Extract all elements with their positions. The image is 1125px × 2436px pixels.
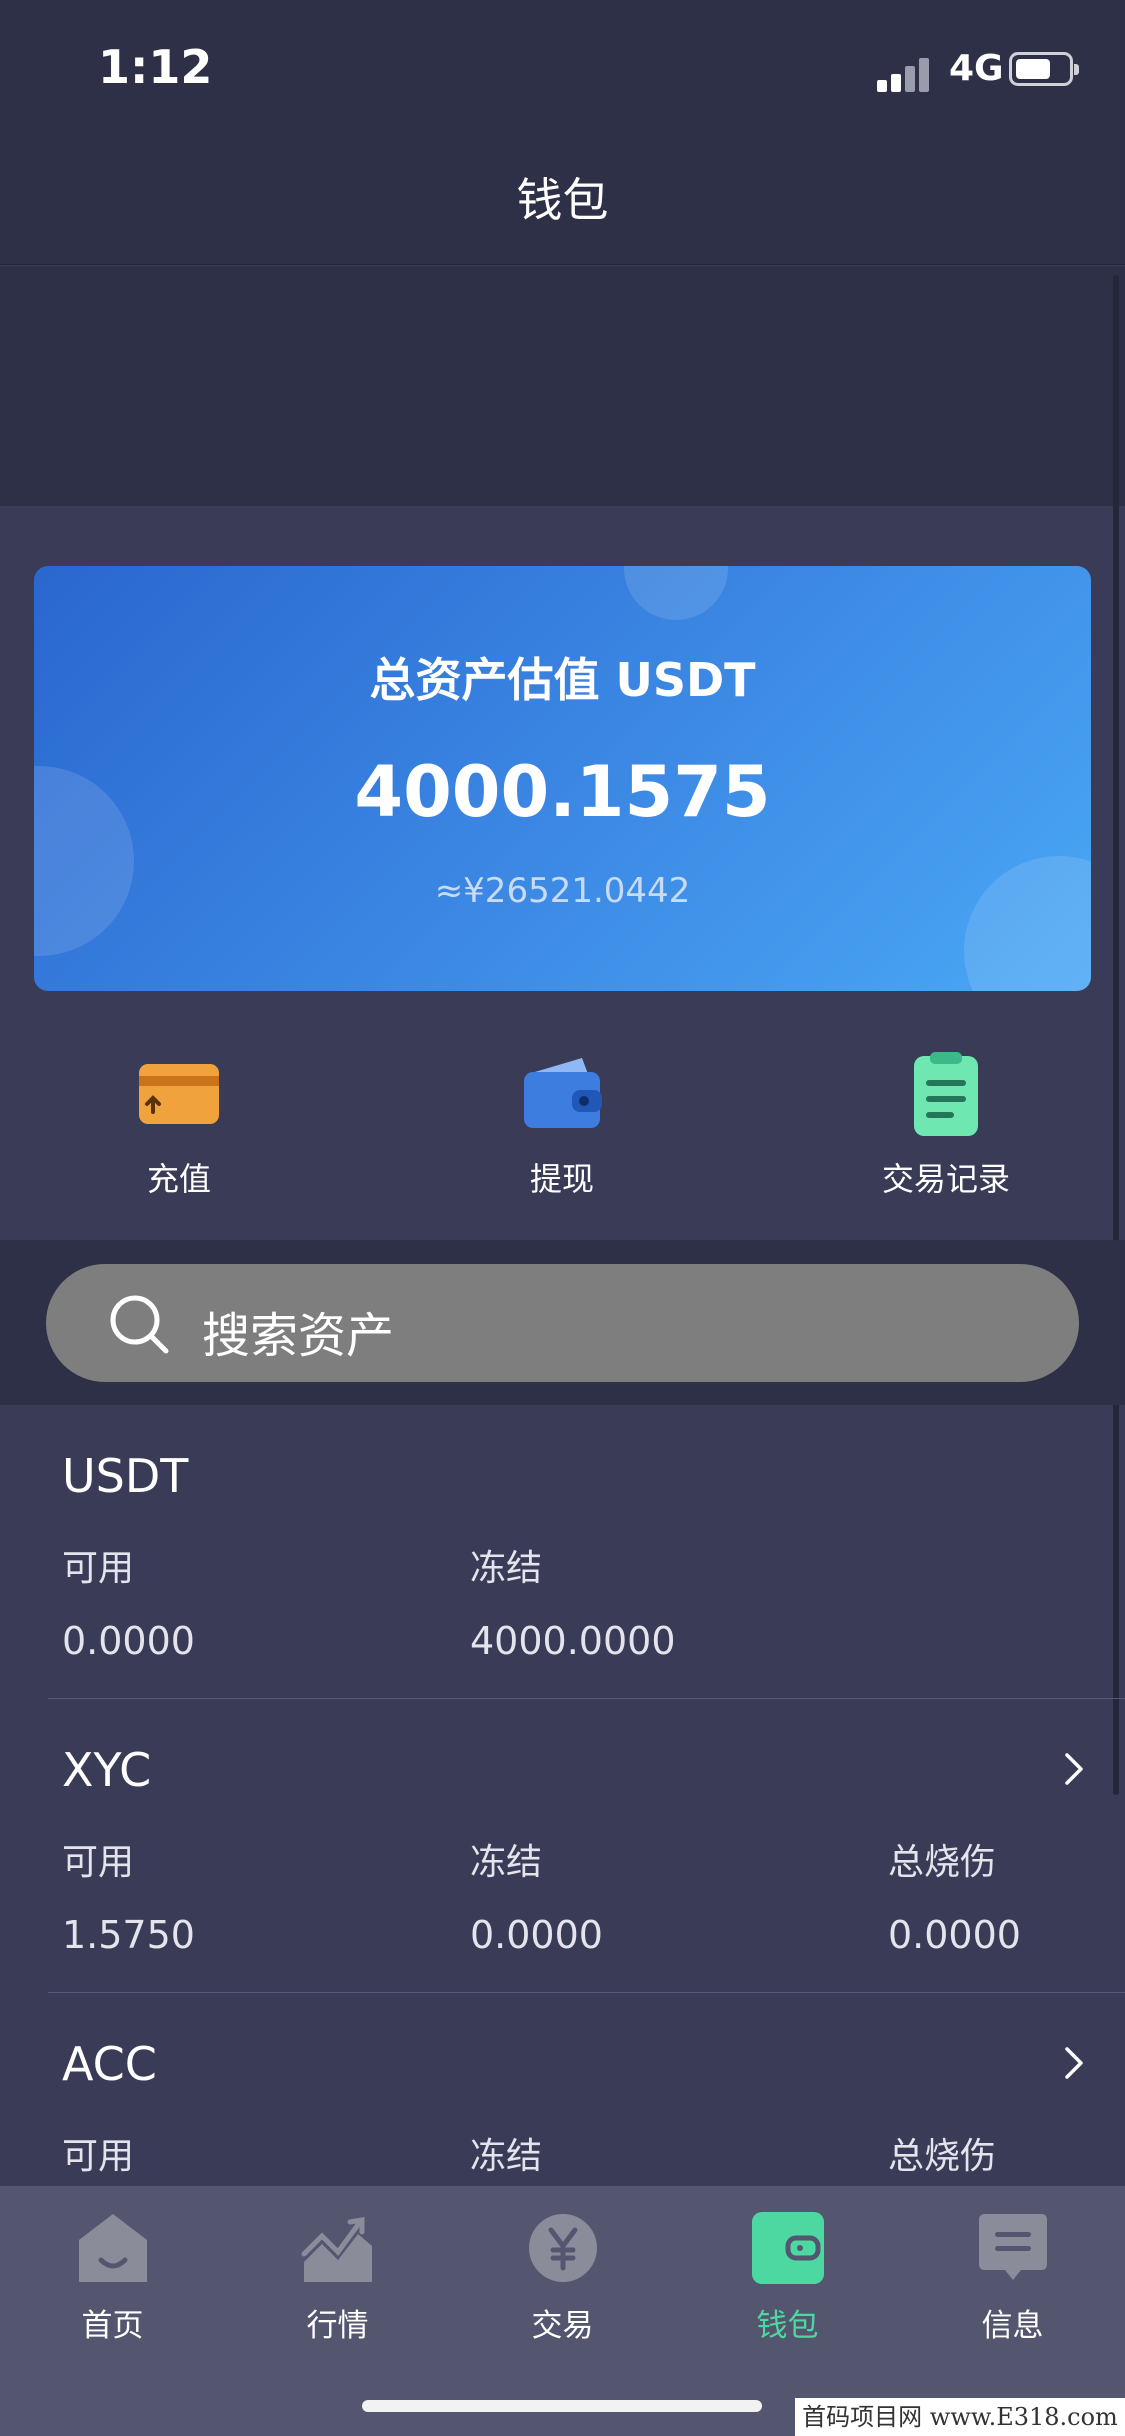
tab-wallet[interactable]: 钱包 (675, 2210, 900, 2350)
chart-icon (301, 2217, 372, 2282)
home-icon (79, 2214, 147, 2282)
tab-label: 行情 (306, 2308, 369, 2344)
wallet-icon (752, 2212, 824, 2284)
card-decoration (624, 566, 728, 620)
withdraw-label: 提现 (529, 1160, 594, 1198)
watermark: 首码项目网 www.E318.com (795, 2398, 1125, 2436)
total-asset-amount: 4000.1575 (354, 751, 771, 833)
search-input[interactable]: 搜索资产 (46, 1264, 1079, 1382)
total-asset-card: 总资产估值 USDT 4000.1575 ≈¥26521.0442 (34, 566, 1091, 991)
asset-name: XYC (62, 1743, 152, 1797)
transaction-records-label: 交易记录 (881, 1160, 1010, 1198)
clipboard-icon (914, 1052, 978, 1136)
available-value: 0.0000 (62, 1619, 195, 1663)
chevron-right-icon[interactable] (1055, 1751, 1091, 1787)
frozen-label: 冻结 (470, 2136, 543, 2177)
signal-icon (877, 56, 933, 92)
asset-name: ACC (62, 2037, 157, 2091)
total-asset-cny: ≈¥26521.0442 (434, 871, 691, 911)
asset-row-usdt[interactable]: USDT 可用 冻结 0.0000 4000.0000 (0, 1405, 1125, 1699)
status-bar: 1:12 4G (0, 0, 1125, 130)
asset-row-xyc[interactable]: XYC 可用 冻结 总烧伤 1.5750 0.0000 0.0000 (0, 1699, 1125, 1993)
deposit-label: 充值 (146, 1160, 211, 1198)
banner-area (0, 266, 1125, 506)
total-asset-label: 总资产估值 USDT (369, 653, 756, 707)
frozen-value: 4000.0000 (470, 1619, 676, 1663)
tab-label: 首页 (81, 2308, 144, 2344)
search-placeholder: 搜索资产 (202, 1308, 395, 1364)
frozen-value: 0.0000 (470, 1913, 603, 1957)
available-label: 可用 (62, 1548, 135, 1589)
available-label: 可用 (62, 1842, 135, 1883)
search-section: 搜索资产 (0, 1240, 1125, 1405)
available-label: 可用 (62, 2136, 135, 2177)
yen-coin-icon (529, 2214, 597, 2282)
burn-label: 总烧伤 (888, 2136, 997, 2177)
search-icon (110, 1295, 169, 1354)
chevron-right-icon[interactable] (1055, 2045, 1091, 2081)
tab-label: 钱包 (756, 2308, 819, 2344)
tab-label: 信息 (981, 2308, 1044, 2344)
message-icon (979, 2214, 1047, 2280)
network-type: 4G (949, 48, 1004, 89)
deposit-card-icon (139, 1064, 219, 1124)
deposit-button[interactable]: 充值 (29, 1050, 329, 1200)
wallet-icon (524, 1058, 602, 1128)
asset-name: USDT (62, 1449, 189, 1503)
burn-label: 总烧伤 (888, 1842, 997, 1883)
burn-value: 0.0000 (888, 1913, 1021, 1957)
tab-market[interactable]: 行情 (225, 2210, 450, 2350)
tab-home[interactable]: 首页 (0, 2210, 225, 2350)
page-title: 钱包 (516, 173, 609, 227)
withdraw-button[interactable]: 提现 (412, 1050, 712, 1200)
tab-label: 交易 (531, 2308, 594, 2344)
home-indicator[interactable] (362, 2400, 762, 2412)
tab-messages[interactable]: 信息 (900, 2210, 1125, 2350)
frozen-label: 冻结 (470, 1842, 543, 1883)
battery-icon (1009, 52, 1079, 86)
frozen-label: 冻结 (470, 1548, 543, 1589)
status-time: 1:12 (98, 40, 213, 94)
tab-trade[interactable]: 交易 (450, 2210, 675, 2350)
transaction-records-button[interactable]: 交易记录 (796, 1050, 1096, 1200)
available-value: 1.5750 (62, 1913, 195, 1957)
nav-bar: 钱包 (0, 130, 1125, 265)
